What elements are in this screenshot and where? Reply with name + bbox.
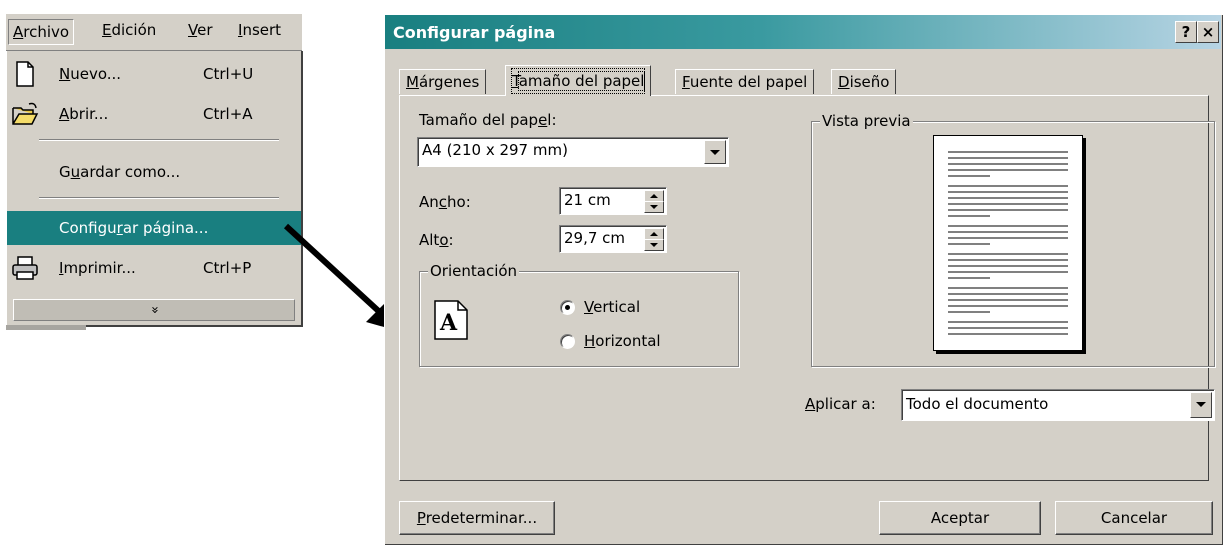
new-document-icon: [11, 60, 39, 88]
height-spinner[interactable]: 29,7 cm: [559, 225, 667, 253]
menu-item-nuevo-label: Nuevo...: [59, 65, 122, 83]
preview-page: [933, 135, 1083, 351]
tab-margenes[interactable]: Márgenes: [399, 69, 487, 94]
apply-to-value: Todo el documento: [906, 395, 1049, 413]
width-spinner[interactable]: 21 cm: [559, 187, 667, 215]
chevron-down-icon: »: [147, 306, 162, 314]
menu-item-nuevo-shortcut: Ctrl+U: [203, 65, 254, 83]
menu-item-guardar-como-label: Guardar como...: [59, 163, 181, 181]
menu-archivo-rest: rchivo: [23, 23, 70, 41]
menu-separator: [39, 197, 279, 199]
orientation-legend: Orientación: [428, 262, 520, 280]
close-button[interactable]: ×: [1197, 21, 1219, 43]
printer-icon: [11, 254, 39, 282]
menu-item-imprimir[interactable]: Imprimir... Ctrl+P: [7, 251, 301, 285]
dropdown-arrow-icon[interactable]: [704, 140, 726, 164]
radio-horizontal[interactable]: [560, 334, 575, 349]
radio-vertical[interactable]: [560, 300, 575, 315]
dialog-titlebar: Configurar página ? ×: [385, 15, 1221, 49]
dropdown-arrow-icon[interactable]: [1190, 392, 1212, 418]
preview-text-lines: [948, 151, 1068, 335]
menu-item-abrir-shortcut: Ctrl+A: [203, 105, 253, 123]
menu-item-imprimir-shortcut: Ctrl+P: [203, 259, 252, 277]
help-button[interactable]: ?: [1175, 21, 1197, 43]
menu-item-configurar-pagina-label: Configurar página...: [59, 219, 209, 237]
menu-item-imprimir-label: Imprimir...: [59, 259, 136, 277]
height-label: Alto:: [419, 231, 454, 249]
menu-edicion-rest: dición: [111, 21, 157, 39]
width-label: Ancho:: [419, 193, 471, 211]
menu-item-nuevo[interactable]: Nuevo... Ctrl+U: [7, 57, 301, 91]
height-value: 29,7 cm: [564, 229, 626, 247]
radio-horizontal-label[interactable]: Horizontal: [584, 332, 661, 350]
file-menu-dropdown: Nuevo... Ctrl+U Abrir... Ctrl+A Guardar …: [6, 51, 303, 327]
menu-insertar[interactable]: Insert: [238, 21, 281, 39]
spin-down-icon[interactable]: [644, 239, 664, 251]
background-window-edge: [6, 325, 86, 330]
apply-to-label: Aplicar a:: [805, 395, 876, 413]
paper-size-label: Tamaño del papel:: [419, 111, 557, 129]
menu-archivo[interactable]: Archivo: [8, 19, 75, 45]
menu-ver[interactable]: Ver: [188, 21, 213, 39]
menu-ver-accel: V: [188, 21, 198, 39]
cancel-button[interactable]: Cancelar: [1055, 501, 1213, 535]
portrait-page-icon: A: [434, 300, 468, 340]
spin-down-icon[interactable]: [644, 201, 664, 213]
radio-vertical-label[interactable]: Vertical: [584, 298, 640, 316]
paper-size-select[interactable]: A4 (210 x 297 mm): [417, 137, 729, 167]
menu-archivo-accel: A: [13, 23, 24, 41]
open-folder-icon: [11, 100, 39, 128]
tab-diseno[interactable]: Diseño: [831, 69, 897, 94]
width-value: 21 cm: [564, 191, 611, 209]
menu-expand-chevron[interactable]: »: [13, 299, 295, 321]
menu-separator: [39, 139, 279, 141]
orientation-group: Orientación A Vertical Horizontal: [419, 262, 739, 367]
preview-legend: Vista previa: [820, 112, 913, 130]
menu-edicion[interactable]: Edición: [102, 21, 156, 39]
apply-to-select[interactable]: Todo el documento: [901, 389, 1215, 421]
default-button[interactable]: Predeterminar...: [399, 501, 555, 535]
menu-insertar-rest: nsert: [242, 21, 282, 39]
tab-tamano-papel[interactable]: Tamaño del papel: [505, 65, 652, 96]
ok-button[interactable]: Aceptar: [879, 501, 1041, 535]
dialog-title: Configurar página: [393, 23, 556, 42]
orientation-letter: A: [440, 310, 458, 336]
tab-fuente-papel[interactable]: Fuente del papel: [675, 69, 815, 94]
menu-item-abrir[interactable]: Abrir... Ctrl+A: [7, 97, 301, 131]
page-setup-dialog: Configurar página ? × Márgenes Tamaño de…: [384, 14, 1224, 546]
menu-item-configurar-pagina[interactable]: Configurar página...: [7, 211, 301, 245]
menu-ver-rest: er: [197, 21, 213, 39]
menu-item-abrir-label: Abrir...: [59, 105, 109, 123]
menu-item-guardar-como[interactable]: Guardar como...: [7, 155, 301, 189]
paper-size-value: A4 (210 x 297 mm): [422, 141, 568, 159]
menu-bar: Archivo Edición Ver Insert: [6, 14, 302, 51]
